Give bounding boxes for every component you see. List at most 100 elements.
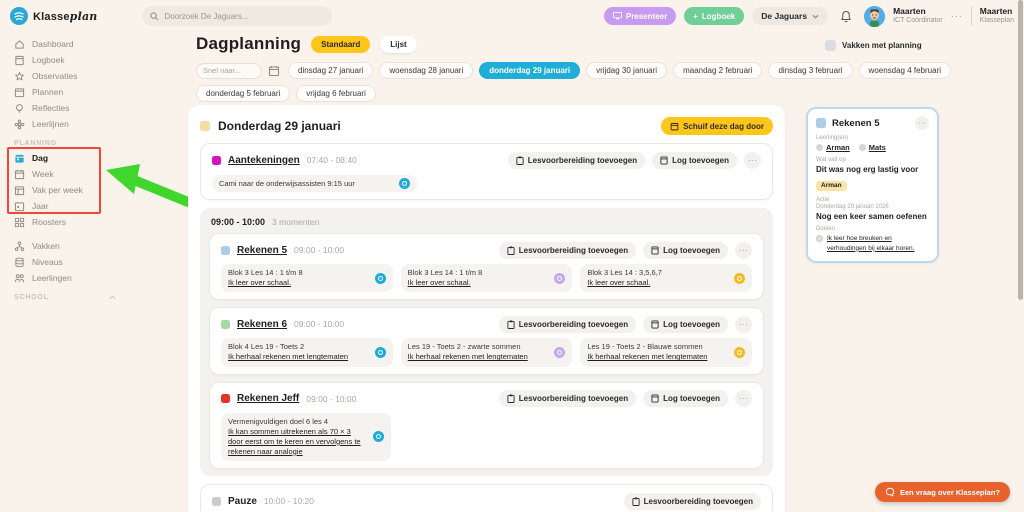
goal-link[interactable]: Ik leer over schaal. — [228, 278, 369, 288]
log-toevoegen-button[interactable]: Log toevoegen — [643, 390, 728, 407]
lesvoorbereiding-toevoegen-button[interactable]: Lesvoorbereiding toevoegen — [499, 316, 636, 333]
sidebar: Dashboard Logboek Observaties Plannen Re… — [0, 36, 185, 304]
sidebar-item-niveaus[interactable]: Niveaus — [0, 254, 185, 270]
lesson-item[interactable]: Blok 3 Les 14 : 3,5,6,7 Ik leer over sch… — [580, 264, 752, 292]
lesson-item[interactable]: Blok 3 Les 14 : 1 t/m 8 Ik leer over sch… — [221, 264, 393, 292]
sidebar-section-school[interactable]: SCHOOL — [0, 286, 185, 304]
star-icon — [14, 71, 25, 82]
card-pauze: Pauze 10:00 - 10:20 Lesvoorbereiding toe… — [200, 484, 773, 512]
quick-nav-input[interactable] — [196, 63, 262, 79]
sidebar-item-vak-per-week[interactable]: Vak per week — [0, 182, 185, 198]
subject-link-rekenen-5[interactable]: Rekenen 5 — [237, 245, 287, 256]
date-tab[interactable]: woensdag 4 februari — [859, 62, 952, 79]
subject-link-rekenen-6[interactable]: Rekenen 6 — [237, 319, 287, 330]
card-more-button[interactable]: ··· — [735, 242, 752, 259]
goal-link[interactable]: Ik leer hoe breuken en verhoudingen bij … — [827, 234, 929, 254]
sidebar-item-roosters[interactable]: Roosters — [0, 214, 185, 230]
sidebar-item-plannen[interactable]: Plannen — [0, 84, 185, 100]
user-more-button[interactable]: ··· — [951, 11, 963, 21]
user-name: Maarten — [893, 7, 943, 17]
date-tab[interactable]: maandag 2 februari — [673, 62, 762, 79]
subject-link-rekenen-jeff[interactable]: Rekenen Jeff — [237, 393, 299, 404]
add-logboek-button[interactable]: + Logboek — [684, 7, 744, 25]
shift-day-button[interactable]: Schuif deze dag door — [661, 117, 773, 135]
goal-link[interactable]: Ik kan sommen uitrekenen als 70 × 3 door… — [228, 427, 367, 457]
org-name: Maarten — [980, 7, 1014, 17]
sidebar-item-vakken[interactable]: Vakken — [0, 238, 185, 254]
log-book-icon — [660, 156, 668, 165]
goal-link[interactable]: Ik herhaal rekenen met lengtematen — [408, 352, 549, 362]
lesson-item[interactable]: Blok 3 Les 14 : 1 t/m 8 Ik leer over sch… — [401, 264, 573, 292]
lesvoorbereiding-toevoegen-button[interactable]: Lesvoorbereiding toevoegen — [499, 242, 636, 259]
goal-link[interactable]: Ik herhaal rekenen met lengtematen — [587, 352, 728, 362]
observation-more-button[interactable]: ··· — [915, 116, 929, 130]
user-info[interactable]: Maarten ICT Coördinator — [893, 7, 943, 25]
notifications-bell-icon[interactable] — [836, 6, 856, 26]
student-link-arman[interactable]: Arman — [816, 143, 850, 152]
sidebar-item-jaar[interactable]: Jaar — [0, 198, 185, 214]
subject-color-square — [212, 497, 221, 506]
lesvoorbereiding-toevoegen-button[interactable]: Lesvoorbereiding toevoegen — [508, 152, 645, 169]
sidebar-item-leerlijnen[interactable]: Leerlijnen — [0, 116, 185, 132]
lesvoorbereiding-toevoegen-button[interactable]: Lesvoorbereiding toevoegen — [624, 493, 761, 510]
date-tab[interactable]: dinsdag 3 februari — [768, 62, 852, 79]
sidebar-item-reflecties[interactable]: Reflecties — [0, 100, 185, 116]
goal-link[interactable]: Ik herhaal rekenen met lengtematen — [228, 352, 369, 362]
group-badge-purple-icon — [554, 347, 565, 358]
user-avatar[interactable] — [864, 6, 885, 27]
goal-link[interactable]: Ik leer over schaal. — [587, 278, 728, 288]
class-selector-dropdown[interactable]: De Jaguars — [752, 7, 828, 25]
date-tab[interactable]: vrijdag 30 januari — [586, 62, 667, 79]
home-icon — [14, 39, 25, 50]
app-logo[interactable]: Klasseplan — [10, 7, 97, 25]
tab-lijst[interactable]: Lijst — [380, 36, 416, 53]
main-header-area: Dagplanning Standaard Lijst Vakken met p… — [188, 34, 788, 102]
student-link-mats[interactable]: Mats — [859, 143, 886, 152]
sidebar-item-observaties[interactable]: Observaties — [0, 68, 185, 84]
note-item[interactable]: Cami naar de onderwijsassisten 9:15 uur — [212, 175, 417, 192]
subject-link-aantekeningen[interactable]: Aantekeningen — [228, 155, 300, 166]
clipboard-icon — [507, 320, 515, 329]
card-more-button[interactable]: ··· — [735, 390, 752, 407]
sidebar-item-logboek[interactable]: Logboek — [0, 52, 185, 68]
calendar-icon[interactable] — [268, 65, 280, 77]
card-rekenen-5: Rekenen 5 09:00 - 10:00 Lesvoorbereiding… — [209, 233, 764, 300]
lesson-item[interactable]: Les 19 - Toets 2 - Blauwe sommen Ik herh… — [580, 338, 752, 366]
global-search[interactable] — [142, 6, 332, 26]
date-tab[interactable]: woensdag 28 januari — [379, 62, 473, 79]
log-toevoegen-button[interactable]: Log toevoegen — [643, 316, 728, 333]
help-chat-button[interactable]: Een vraag over Klasseplan? — [875, 482, 1010, 502]
clipboard-icon — [507, 394, 515, 403]
log-toevoegen-button[interactable]: Log toevoegen — [652, 152, 737, 169]
sidebar-item-dashboard[interactable]: Dashboard — [0, 36, 185, 52]
date-tab-selected[interactable]: donderdag 29 januari — [479, 62, 580, 79]
app-title: Klasseplan — [33, 10, 97, 23]
card-more-button[interactable]: ··· — [744, 152, 761, 169]
log-toevoegen-button[interactable]: Log toevoegen — [643, 242, 728, 259]
org-info[interactable]: Maarten Klasseplan — [980, 7, 1014, 25]
lesvoorbereiding-toevoegen-button[interactable]: Lesvoorbereiding toevoegen — [499, 390, 636, 407]
card-rekenen-jeff: Rekenen Jeff 09:00 - 10:00 Lesvoorbereid… — [209, 382, 764, 470]
card-more-button[interactable]: ··· — [735, 316, 752, 333]
presenteer-button[interactable]: Presenteer — [604, 7, 676, 25]
date-tab[interactable]: dinsdag 27 januari — [288, 62, 373, 79]
database-icon — [14, 257, 25, 268]
sidebar-item-leerlingen[interactable]: Leerlingen — [0, 270, 185, 286]
lesson-item[interactable]: Vermenigvuldigen doel 6 les 4 Ik kan som… — [221, 413, 391, 462]
date-tab[interactable]: donderdag 5 februari — [196, 85, 290, 102]
filter-vakken-met-planning[interactable]: Vakken met planning — [825, 40, 1005, 51]
student-tag-arman[interactable]: Arman — [816, 181, 847, 191]
search-input[interactable] — [164, 12, 314, 21]
date-tab[interactable]: vrijdag 6 februari — [296, 85, 376, 102]
scrollbar[interactable] — [1018, 0, 1023, 300]
sidebar-item-week[interactable]: Week — [0, 166, 185, 182]
subject-color-square — [221, 320, 230, 329]
filter-checkbox[interactable] — [825, 40, 836, 51]
tab-standaard[interactable]: Standaard — [311, 36, 370, 53]
sidebar-item-dag[interactable]: Dag — [0, 150, 185, 166]
goal-link[interactable]: Ik leer over schaal. — [408, 278, 549, 288]
lesson-item[interactable]: Les 19 - Toets 2 - zwarte sommen Ik herh… — [401, 338, 573, 366]
lesson-item[interactable]: Blok 4 Les 19 - Toets 2 Ik herhaal reken… — [221, 338, 393, 366]
goals-label: Doelen — [816, 226, 929, 232]
action-date: Donderdag 29 januari 2026 — [816, 204, 929, 210]
